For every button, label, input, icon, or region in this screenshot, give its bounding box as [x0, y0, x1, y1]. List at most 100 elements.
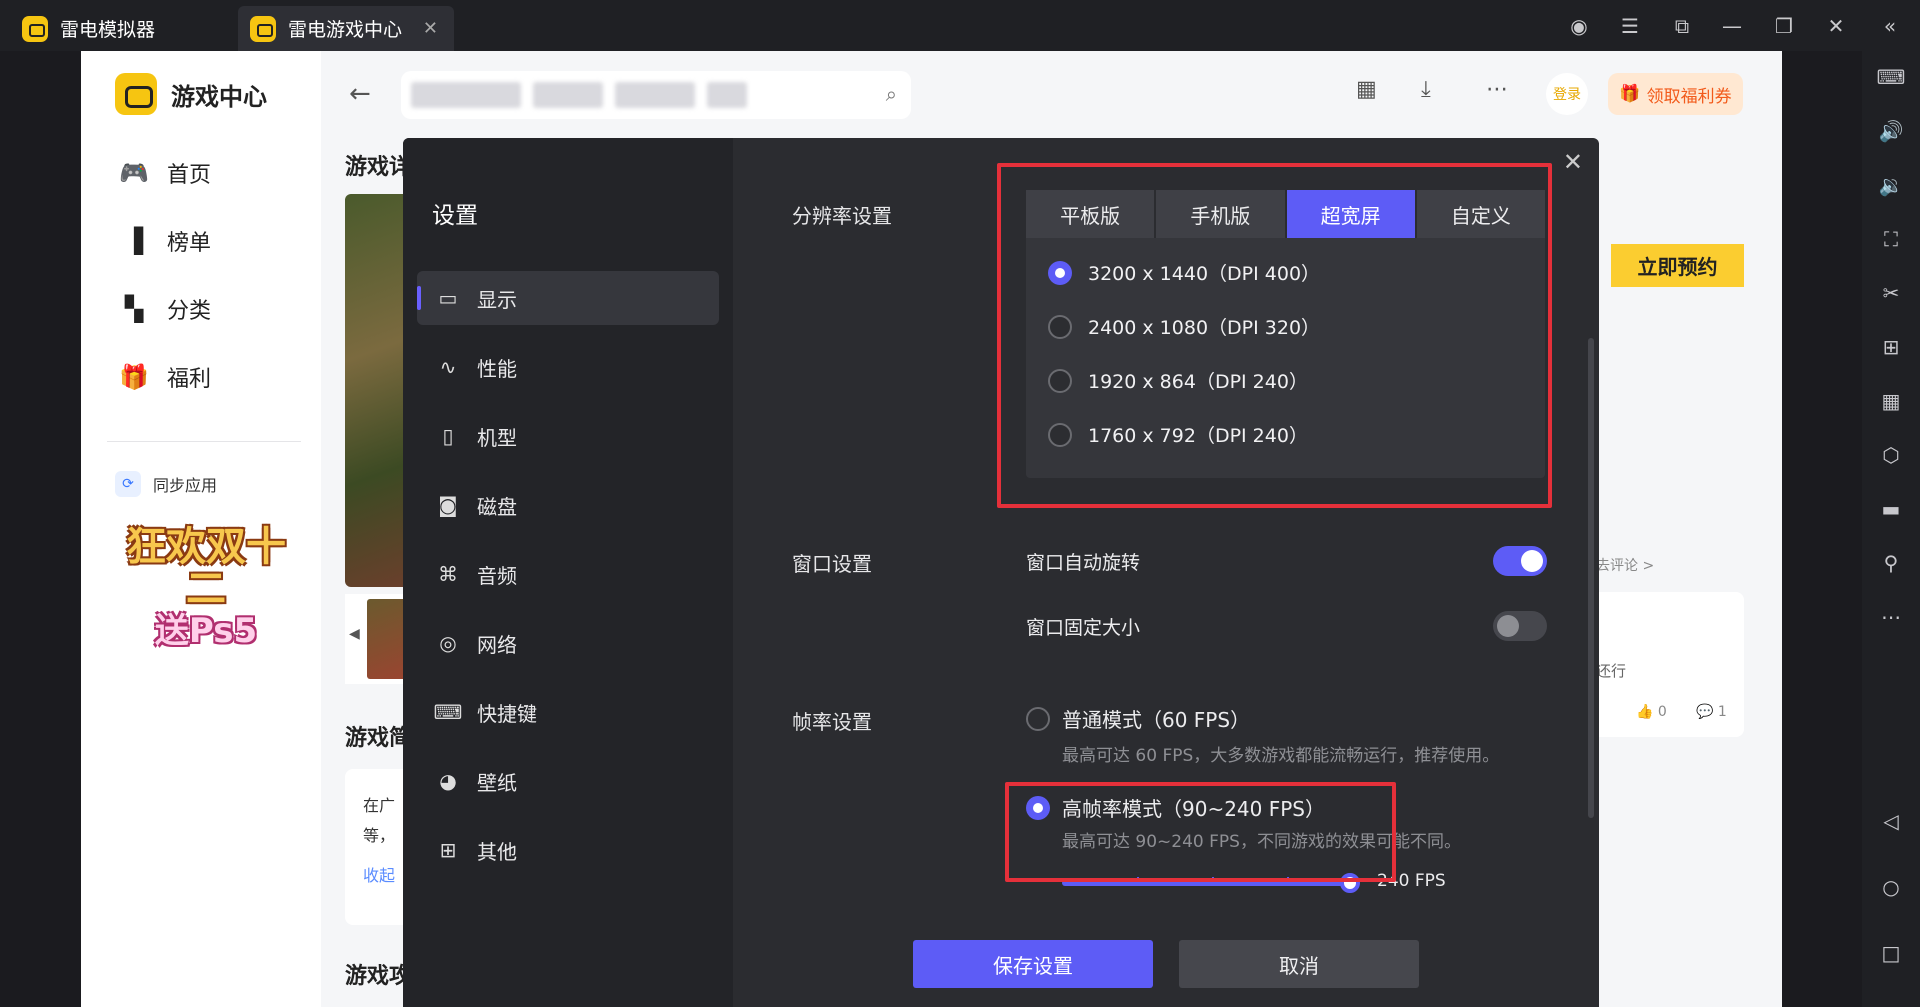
- like-count[interactable]: 👍 0: [1636, 704, 1667, 720]
- fps-normal-option[interactable]: 普通模式（60 FPS）: [1026, 704, 1250, 733]
- nav-divider: [107, 441, 301, 442]
- reply-count[interactable]: 💬 1: [1696, 704, 1727, 720]
- recent-icon[interactable]: □: [1862, 933, 1920, 973]
- blurred-text: [707, 82, 747, 108]
- section-title: 游戏攻: [345, 964, 412, 989]
- settings-tab-network[interactable]: ◎ 网络: [417, 616, 719, 670]
- fps-normal-desc: 最高可达 60 FPS，大多数游戏都能流畅运行，推荐使用。: [1062, 746, 1500, 766]
- blurred-text: [533, 82, 603, 108]
- tab-label: 雷电模拟器: [60, 19, 156, 41]
- tab-emulator[interactable]: 雷电模拟器: [0, 6, 234, 51]
- nav-item-welfare[interactable]: 🎁 福利: [119, 361, 211, 393]
- folder-icon[interactable]: ▬: [1862, 489, 1920, 529]
- framerate-section-label: 帧率设置: [792, 710, 872, 734]
- more-icon[interactable]: ⋯: [1862, 597, 1920, 637]
- download-icon[interactable]: ⤓: [1421, 77, 1431, 102]
- settings-hex-icon[interactable]: ⬡: [1862, 435, 1920, 475]
- emulator-logo-icon: [22, 15, 48, 42]
- collapse-icon[interactable]: «: [1864, 0, 1916, 51]
- settings-tab-disk[interactable]: ◙ 磁盘: [417, 478, 719, 532]
- menu-icon[interactable]: ☰: [1604, 0, 1656, 51]
- calendar-icon[interactable]: ▦: [1356, 77, 1377, 102]
- section-title: 游戏详: [345, 155, 412, 180]
- gift-bag-icon: 🎁: [1619, 84, 1641, 104]
- settings-tab-performance[interactable]: ∿ 性能: [417, 340, 719, 394]
- fixed-size-toggle[interactable]: [1493, 611, 1547, 641]
- comment-text: 还行: [1596, 662, 1627, 680]
- settings-tab-label: 快捷键: [477, 701, 537, 726]
- coupon-button[interactable]: 🎁 领取福利券: [1608, 73, 1743, 115]
- settings-tab-label: 音频: [477, 563, 517, 588]
- location-icon[interactable]: ⚲: [1862, 543, 1920, 583]
- restore-icon[interactable]: ❐: [1758, 0, 1810, 51]
- fixed-size-label: 窗口固定大小: [1026, 617, 1141, 639]
- pulse-icon: ∿: [439, 355, 457, 379]
- auto-rotate-label: 窗口自动旋转: [1026, 552, 1141, 574]
- game-center-logo-icon: [250, 15, 276, 42]
- blurred-text: [411, 82, 521, 108]
- minimize-icon[interactable]: —: [1706, 0, 1758, 51]
- volume-up-icon[interactable]: 🔊: [1862, 111, 1920, 151]
- toggle-knob: [1521, 550, 1543, 572]
- nav-item-category[interactable]: ▚ 分类: [119, 293, 211, 325]
- keyboard-icon[interactable]: ⌨: [1862, 57, 1920, 97]
- tab-game-center[interactable]: 雷电游戏中心 ✕: [238, 6, 454, 51]
- search-input[interactable]: ⌕: [401, 71, 911, 119]
- add-window-icon[interactable]: ⊞: [1862, 327, 1920, 367]
- screenshot-icon[interactable]: ⛶: [1862, 219, 1920, 259]
- settings-tab-audio[interactable]: ⌘ 音频: [417, 547, 719, 601]
- brand-logo-icon: [115, 73, 157, 115]
- device-icon: ▯: [442, 424, 454, 448]
- settings-tab-model[interactable]: ▯ 机型: [417, 409, 719, 463]
- settings-tab-label: 其他: [477, 839, 517, 864]
- section-title: 游戏简: [345, 726, 412, 751]
- gamepad-icon: ⌘: [438, 562, 458, 586]
- user-icon[interactable]: ◉: [1553, 0, 1605, 51]
- scrollbar[interactable]: [1588, 338, 1594, 818]
- settings-title: 设置: [432, 203, 478, 229]
- prev-arrow-icon[interactable]: ◀: [349, 626, 360, 642]
- volume-down-icon[interactable]: 🔉: [1862, 165, 1920, 205]
- promo-line2: 送Ps5: [154, 611, 258, 651]
- save-button[interactable]: 保存设置: [913, 940, 1153, 988]
- nav-label: 分类: [167, 299, 212, 324]
- back-icon[interactable]: ◁: [1862, 801, 1920, 841]
- brand: 游戏中心: [115, 73, 267, 115]
- keyboard-icon: ⌨: [433, 700, 463, 724]
- radio-unselected[interactable]: [1026, 706, 1050, 731]
- comment-link[interactable]: 去评论 >: [1596, 555, 1654, 575]
- settings-tab-other[interactable]: ⊞ 其他: [417, 823, 719, 877]
- back-arrow-icon[interactable]: ←: [349, 79, 371, 109]
- search-icon[interactable]: ⌕: [886, 82, 897, 106]
- reserve-button[interactable]: 立即预约: [1611, 244, 1744, 287]
- cut-icon[interactable]: ✂: [1862, 273, 1920, 313]
- sync-label: 同步应用: [153, 476, 218, 495]
- sync-apps[interactable]: ⟳ 同步应用: [115, 471, 217, 497]
- highlight-box-resolution: [997, 163, 1552, 508]
- popout-icon[interactable]: ⧉: [1656, 0, 1708, 51]
- comment-card: 还行 👍 0 💬 1: [1596, 592, 1744, 737]
- settings-tab-wallpaper[interactable]: ◕ 壁纸: [417, 754, 719, 808]
- settings-tab-display[interactable]: ▭ 显示: [417, 271, 719, 325]
- dialog-close-icon[interactable]: ✕: [1563, 148, 1583, 176]
- brand-label: 游戏中心: [171, 82, 267, 111]
- settings-tab-shortcuts[interactable]: ⌨ 快捷键: [417, 685, 719, 739]
- settings-tab-label: 显示: [477, 287, 517, 312]
- more-dots-icon[interactable]: ⋯: [1486, 77, 1508, 102]
- window-close-icon[interactable]: ✕: [1810, 0, 1862, 51]
- bar-chart-icon: ▐: [124, 227, 144, 255]
- promo-banner[interactable]: 狂欢双十二 送Ps5: [113, 526, 299, 651]
- apk-icon[interactable]: ▦: [1862, 381, 1920, 421]
- left-nav: 游戏中心 🎮 首页 ▐ 榜单 ▚ 分类 🎁 福利 ⟳ 同步应用 狂欢双十二 送Ps5: [81, 51, 321, 1007]
- login-button[interactable]: 登录: [1546, 73, 1588, 115]
- cancel-button[interactable]: 取消: [1179, 940, 1419, 988]
- home-icon[interactable]: ○: [1862, 867, 1920, 907]
- nav-item-home[interactable]: 🎮 首页: [119, 157, 211, 189]
- auto-rotate-toggle[interactable]: [1493, 546, 1547, 576]
- tab-close-icon[interactable]: ✕: [423, 18, 438, 39]
- gamepad-plus-icon: 🎮: [119, 159, 149, 187]
- settings-tab-label: 壁纸: [477, 770, 517, 795]
- gift-icon: 🎁: [119, 363, 149, 391]
- nav-label: 榜单: [167, 231, 212, 256]
- nav-item-ranking[interactable]: ▐ 榜单: [119, 225, 211, 257]
